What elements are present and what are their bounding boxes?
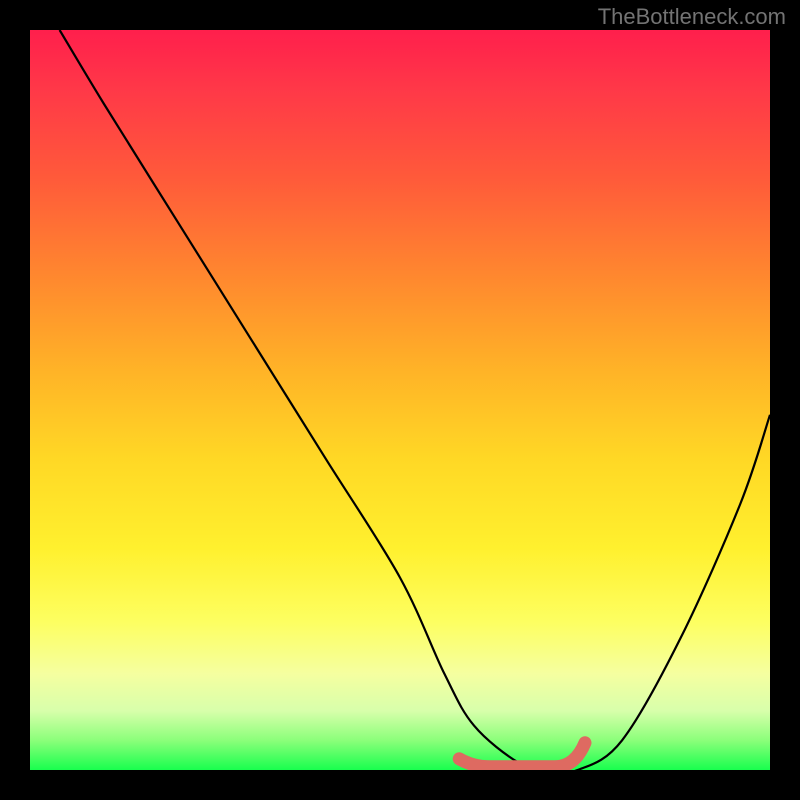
plot-area xyxy=(30,30,770,770)
attribution-text: TheBottleneck.com xyxy=(598,4,786,30)
curve-svg xyxy=(30,30,770,770)
flat-zone-path xyxy=(459,743,585,767)
bottleneck-curve-path xyxy=(60,30,770,770)
